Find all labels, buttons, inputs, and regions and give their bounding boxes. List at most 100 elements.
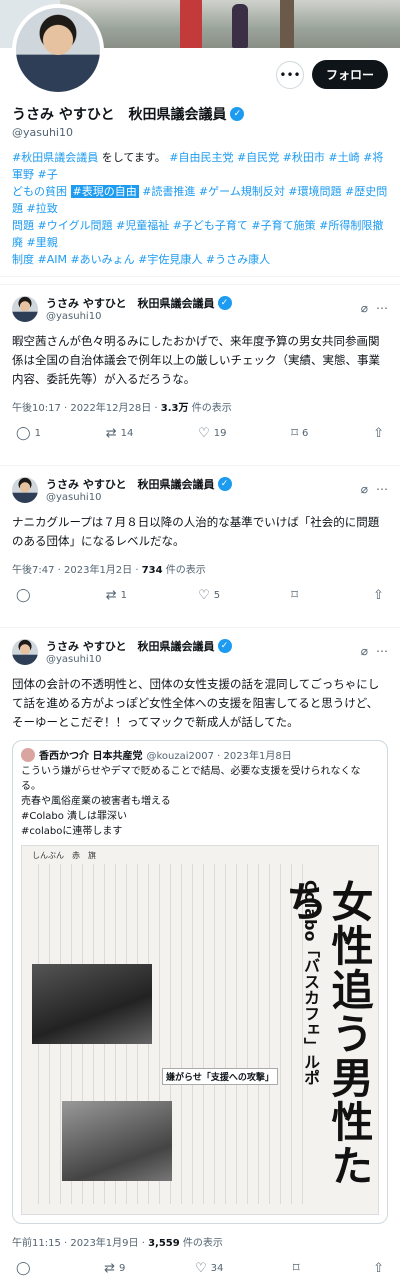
grok-icon[interactable]: ⌀ [361, 482, 368, 496]
bio-hashtags-4[interactable]: 制度 #AIM #あいみょん #宇佐見康人 #うさみ康人 [12, 253, 270, 266]
tweet-text: 団体の会計の不透明性と、団体の女性支援の話を混同してごっちゃにして話を進める方が… [12, 677, 380, 729]
grok-icon[interactable]: ⌀ [361, 301, 368, 315]
quoted-tweet-line: #Colabo 潰しは罪深い [21, 811, 128, 822]
bookmark-count: 6 [301, 428, 309, 439]
quoted-tweet-header: 香西かつ介 日本共産党 @kouzai2007 · 2023年1月8日 [13, 741, 387, 762]
retweet-button[interactable]: ⇄ 9 [104, 1261, 125, 1276]
profile-avatar[interactable] [12, 4, 104, 96]
reply-button[interactable]: ◯ [16, 1261, 35, 1276]
retweet-button[interactable]: ⇄ 1 [106, 588, 127, 603]
newspaper-image[interactable]: しんぶん 赤 旗 嫌がらせ「支援への攻撃」 Colabo「バスカフェ」ルポ 女性… [21, 845, 379, 1215]
tweet-author-handle[interactable]: @yasuhi10 [46, 492, 232, 503]
tweet-avatar[interactable] [12, 638, 38, 665]
like-button[interactable]: ♡ 19 [198, 426, 226, 441]
reply-button[interactable]: ◯ [16, 588, 35, 603]
newspaper-masthead: しんぶん 赤 旗 [32, 851, 96, 860]
tweet-author-name[interactable]: うさみ やすひと 秋田県議会議員 [46, 295, 215, 311]
tweet-author-name-row: うさみ やすひと 秋田県議会議員 ✓ [46, 476, 232, 492]
share-button[interactable]: ⇧ [373, 426, 384, 441]
verified-badge-icon: ✓ [217, 477, 232, 491]
tweet-actions: ◯ ⇄ 9 ♡ 34 ⌑ ⇧ [12, 1261, 388, 1282]
banner-pole [280, 0, 294, 48]
newspaper-headline: 女性追う男性たち [279, 880, 374, 1188]
tweet-actions: ◯ ⇄ 1 ♡ 5 ⌑ ⇧ [12, 588, 388, 609]
tweet-header: うさみ やすひと 秋田県議会議員 ✓ @yasuhi10 [12, 476, 388, 503]
tweet-header-icons: ⌀ ⋯ [361, 482, 388, 496]
banner-person [180, 0, 202, 48]
tweet-author: うさみ やすひと 秋田県議会議員 ✓ @yasuhi10 [46, 638, 232, 665]
reply-icon: ◯ [16, 588, 31, 603]
tweet-time[interactable]: 午後10:17 · 2022年12月28日 · [12, 403, 161, 414]
tweet-author-handle[interactable]: @yasuhi10 [46, 311, 232, 322]
tweet-text: 暇空茜さんが色々明るみにしたおかげで、来年度予算の男女共同参画関係は全国の自治体… [12, 334, 380, 386]
section-divider [0, 276, 400, 284]
like-button[interactable]: ♡ 34 [195, 1261, 223, 1276]
bookmark-button[interactable]: ⌑ [293, 1261, 304, 1276]
tweet-views-label: 件の表示 [188, 403, 232, 414]
bio-hashtag-highlight[interactable]: #表現の自由 [70, 185, 139, 198]
more-options-button[interactable]: ••• [275, 60, 304, 89]
tweet-header: うさみ やすひと 秋田県議会議員 ✓ @yasuhi10 [12, 295, 388, 322]
tweet-time[interactable]: 午後7:47 · 2023年1月2日 · [12, 565, 142, 576]
verified-badge-icon: ✓ [230, 107, 245, 121]
bio-hashtags-3[interactable]: 問題 #ウイグル問題 #児童福祉 #子ども子育て #子育て施策 #所得制限撤廃 … [12, 219, 383, 249]
profile-name: うさみ やすひと 秋田県議会議員 [12, 107, 227, 123]
reply-icon: ◯ [16, 1261, 31, 1276]
tweet-header-icons: ⌀ ⋯ [361, 301, 388, 315]
tweet-time[interactable]: 午前11:15 · 2023年1月9日 · [12, 1238, 148, 1249]
verified-badge-icon: ✓ [217, 639, 232, 653]
quoted-tweet-text: こういう嫌がらせやデマで貶めることで結局、必要な支援を受けられなくなる。 売春や… [13, 762, 387, 845]
quoted-tweet-author-name: 香西かつ介 日本共産党 [39, 751, 143, 762]
tweet[interactable]: うさみ やすひと 秋田県議会議員 ✓ @yasuhi10 ⌀ ⋯ 団体の会計の不透明… [0, 627, 400, 1288]
retweet-icon: ⇄ [105, 426, 117, 441]
bio-text: をしてます。 [98, 151, 166, 164]
reply-button[interactable]: ◯ 1 [16, 426, 41, 441]
bookmark-button[interactable]: ⌑ 6 [291, 426, 308, 441]
more-icon[interactable]: ⋯ [376, 644, 388, 658]
share-button[interactable]: ⇧ [373, 588, 384, 603]
banner-child [232, 4, 248, 48]
tweet-author-name[interactable]: うさみ やすひと 秋田県議会議員 [46, 638, 215, 654]
quoted-tweet-line: 売春や風俗産業の被害者も増える [21, 796, 171, 807]
quoted-tweet-line: こういう嫌がらせやデマで貶めることで結局、必要な支援を受けられなくなる。 [21, 766, 361, 792]
bookmark-icon: ⌑ [291, 588, 298, 603]
retweet-icon: ⇄ [105, 588, 117, 603]
profile-handle: @yasuhi10 [12, 126, 73, 139]
like-count: 34 [210, 1263, 224, 1274]
tweet-meta: 午後7:47 · 2023年1月2日 · 734 件の表示 [12, 561, 388, 576]
tweet-author-name-row: うさみ やすひと 秋田県議会議員 ✓ [46, 295, 232, 311]
follow-button[interactable]: フォロー [311, 60, 388, 89]
tweet-author-name[interactable]: うさみ やすひと 秋田県議会議員 [46, 476, 215, 492]
reply-icon: ◯ [16, 426, 31, 441]
tweet-avatar[interactable] [12, 295, 38, 322]
tweet-meta: 午前11:15 · 2023年1月9日 · 3,559 件の表示 [12, 1234, 388, 1249]
heart-icon: ♡ [198, 426, 210, 441]
tweet[interactable]: うさみ やすひと 秋田県議会議員 ✓ @yasuhi10 ⌀ ⋯ ナニカグループは７… [0, 465, 400, 615]
reply-count: 1 [34, 428, 41, 439]
tweet-actions: ◯ 1 ⇄ 14 ♡ 19 ⌑ 6 ⇧ [12, 426, 388, 447]
more-icon[interactable]: ⋯ [376, 301, 388, 315]
share-icon: ⇧ [373, 588, 384, 603]
tweet-author: うさみ やすひと 秋田県議会議員 ✓ @yasuhi10 [46, 476, 232, 503]
grok-icon[interactable]: ⌀ [361, 644, 368, 658]
bio-hashtag[interactable]: #秋田県議会議員 [12, 151, 98, 164]
quoted-tweet[interactable]: 香西かつ介 日本共産党 @kouzai2007 · 2023年1月8日 こういう… [12, 740, 388, 1224]
share-button[interactable]: ⇧ [373, 1261, 384, 1276]
tweet-author-handle[interactable]: @yasuhi10 [46, 654, 232, 665]
tweet-text: ナニカグループは７月８日以降の人治的な基準でいけば「社会的に問題のある団体」にな… [12, 515, 380, 548]
share-icon: ⇧ [373, 1261, 384, 1276]
like-button[interactable]: ♡ 5 [198, 588, 220, 603]
retweet-icon: ⇄ [104, 1261, 116, 1276]
bookmark-button[interactable]: ⌑ [291, 588, 302, 603]
tweet[interactable]: うさみ やすひと 秋田県議会議員 ✓ @yasuhi10 ⌀ ⋯ 暇空茜さんが色々明… [0, 284, 400, 453]
tweet-views-label: 件の表示 [179, 1238, 223, 1249]
quoted-tweet-avatar [21, 747, 35, 762]
tweet-avatar[interactable] [12, 476, 38, 503]
bio-hashtags-2a[interactable]: どもの貧困 [12, 185, 71, 198]
retweet-button[interactable]: ⇄ 14 [106, 426, 134, 441]
more-icon[interactable]: ⋯ [376, 482, 388, 496]
newspaper-subhead: 嫌がらせ「支援への攻撃」 [162, 1068, 278, 1085]
tweet-author: うさみ やすひと 秋田県議会議員 ✓ @yasuhi10 [46, 295, 232, 322]
bookmark-icon: ⌑ [291, 426, 298, 441]
heart-icon: ♡ [198, 588, 210, 603]
